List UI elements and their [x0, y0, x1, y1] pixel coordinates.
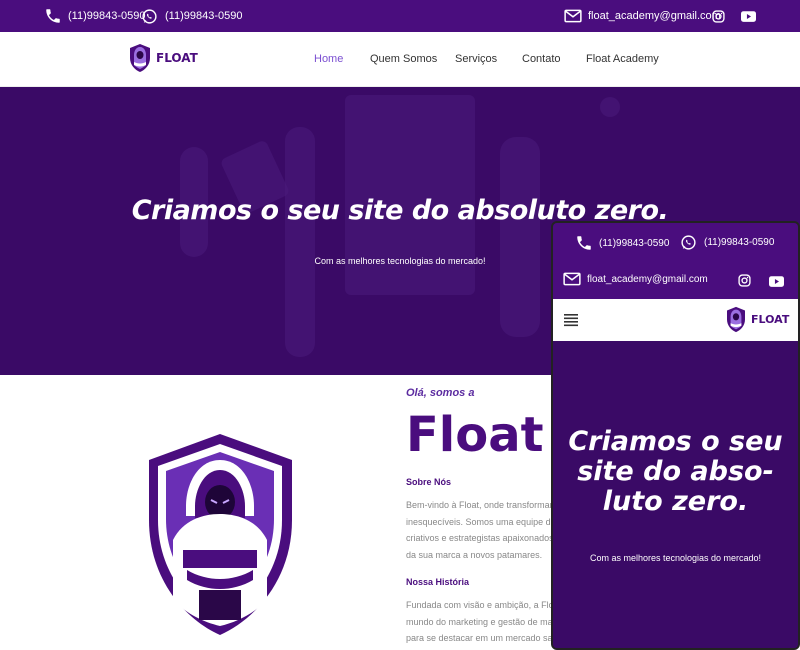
history-heading: Nossa História — [406, 577, 470, 587]
about-line: da sua marca a novos patamares. — [406, 549, 543, 560]
nav-link-contato[interactable]: Contato — [522, 32, 561, 87]
mobile-hero-title-line: Criamos o seu — [568, 426, 783, 457]
hamburger-menu-icon[interactable] — [563, 312, 579, 328]
about-line: inesquecíveis. Somos uma equipe de — [406, 516, 556, 527]
mobile-phone-number: (11)99843-0590 — [599, 237, 670, 249]
mobile-preview-frame: (11)99843-0590 (11)99843-0590 float_acad… — [551, 221, 800, 650]
history-paragraph: Fundada com visão e ambição, a Floa mund… — [406, 597, 566, 647]
nav-link-home[interactable]: Home — [314, 32, 343, 87]
brand-logo[interactable]: FLOAT — [128, 43, 198, 73]
mobile-youtube-link[interactable] — [769, 276, 784, 287]
mobile-phone-contact[interactable]: (11)99843-0590 — [575, 234, 669, 252]
whatsapp-icon — [680, 234, 697, 251]
history-line: mundo do marketing e gestão de ma — [406, 616, 553, 627]
mail-icon — [563, 272, 581, 286]
mobile-email-address: float_academy@gmail.com — [587, 273, 708, 285]
main-navbar: FLOAT Home Quem Somos Serviços Contato F… — [0, 32, 800, 87]
hooded-mascot-logo — [143, 430, 298, 640]
mobile-contact-bar: (11)99843-0590 (11)99843-0590 float_acad… — [553, 223, 798, 299]
mobile-hero-title-line: luto zero. — [602, 486, 749, 517]
bg-illustration-dot — [600, 97, 620, 117]
email-contact[interactable]: float_academy@gmail.com — [564, 0, 721, 32]
bg-illustration-figure-3 — [500, 137, 540, 337]
mail-icon — [564, 9, 582, 23]
phone-icon — [575, 234, 593, 252]
bg-illustration-figure — [285, 127, 315, 357]
nav-link-float-academy[interactable]: Float Academy — [586, 32, 659, 87]
mobile-navbar: FLOAT — [553, 299, 798, 341]
mobile-email-contact[interactable]: float_academy@gmail.com — [563, 272, 708, 286]
youtube-link[interactable] — [741, 0, 756, 32]
about-line: criativos e estrategistas apaixonados — [406, 533, 554, 543]
about-image-area — [0, 375, 400, 650]
youtube-icon — [769, 276, 784, 287]
whatsapp-contact[interactable]: (11)99843-0590 — [141, 0, 242, 32]
instagram-icon — [738, 274, 751, 287]
youtube-icon — [741, 10, 756, 22]
mobile-whatsapp-contact[interactable]: (11)99843-0590 — [680, 234, 774, 251]
instagram-icon — [712, 9, 725, 23]
history-line: para se destacar em um mercado sat — [406, 633, 556, 643]
about-paragraph: Bem-vindo à Float, onde transformam ines… — [406, 497, 566, 563]
nav-link-quem-somos[interactable]: Quem Somos — [370, 32, 437, 87]
history-line: Fundada com visão e ambição, a Floa — [406, 600, 559, 610]
mobile-hero-banner: Criamos o seu site do abso- luto zero. C… — [553, 341, 798, 648]
phone-number: (11)99843-0590 — [68, 10, 146, 22]
about-heading: Sobre Nós — [406, 477, 452, 487]
whatsapp-number: (11)99843-0590 — [165, 10, 243, 22]
brand-name: FLOAT — [156, 51, 198, 65]
mobile-brand-logo[interactable]: FLOAT — [725, 306, 789, 333]
mobile-brand-name: FLOAT — [751, 313, 790, 326]
about-text: Olá, somos a Float Sobre Nós Bem-vindo à… — [406, 387, 566, 647]
whatsapp-icon — [141, 8, 158, 25]
phone-icon — [44, 7, 62, 25]
greeting-text: Olá, somos a — [406, 387, 475, 399]
mobile-hero-title-line: site do abso- — [577, 456, 774, 487]
nav-link-servicos[interactable]: Serviços — [455, 32, 497, 87]
mobile-hero-subtitle: Com as melhores tecnologias do mercado! — [589, 553, 762, 563]
top-contact-bar: (11)99843-0590 (11)99843-0590 float_acad… — [0, 0, 800, 32]
email-address: float_academy@gmail.com — [588, 10, 721, 22]
mobile-hero-title: Criamos o seu site do abso- luto zero. — [563, 427, 788, 517]
phone-contact[interactable]: (11)99843-0590 — [44, 0, 145, 32]
instagram-link[interactable] — [712, 0, 725, 32]
hooded-mascot-logo — [725, 306, 747, 333]
brand-heading: Float — [406, 407, 544, 463]
hooded-mascot-logo — [128, 43, 152, 73]
mobile-instagram-link[interactable] — [738, 274, 751, 287]
mobile-whatsapp-number: (11)99843-0590 — [704, 237, 775, 248]
about-line: Bem-vindo à Float, onde transformam — [406, 500, 558, 510]
